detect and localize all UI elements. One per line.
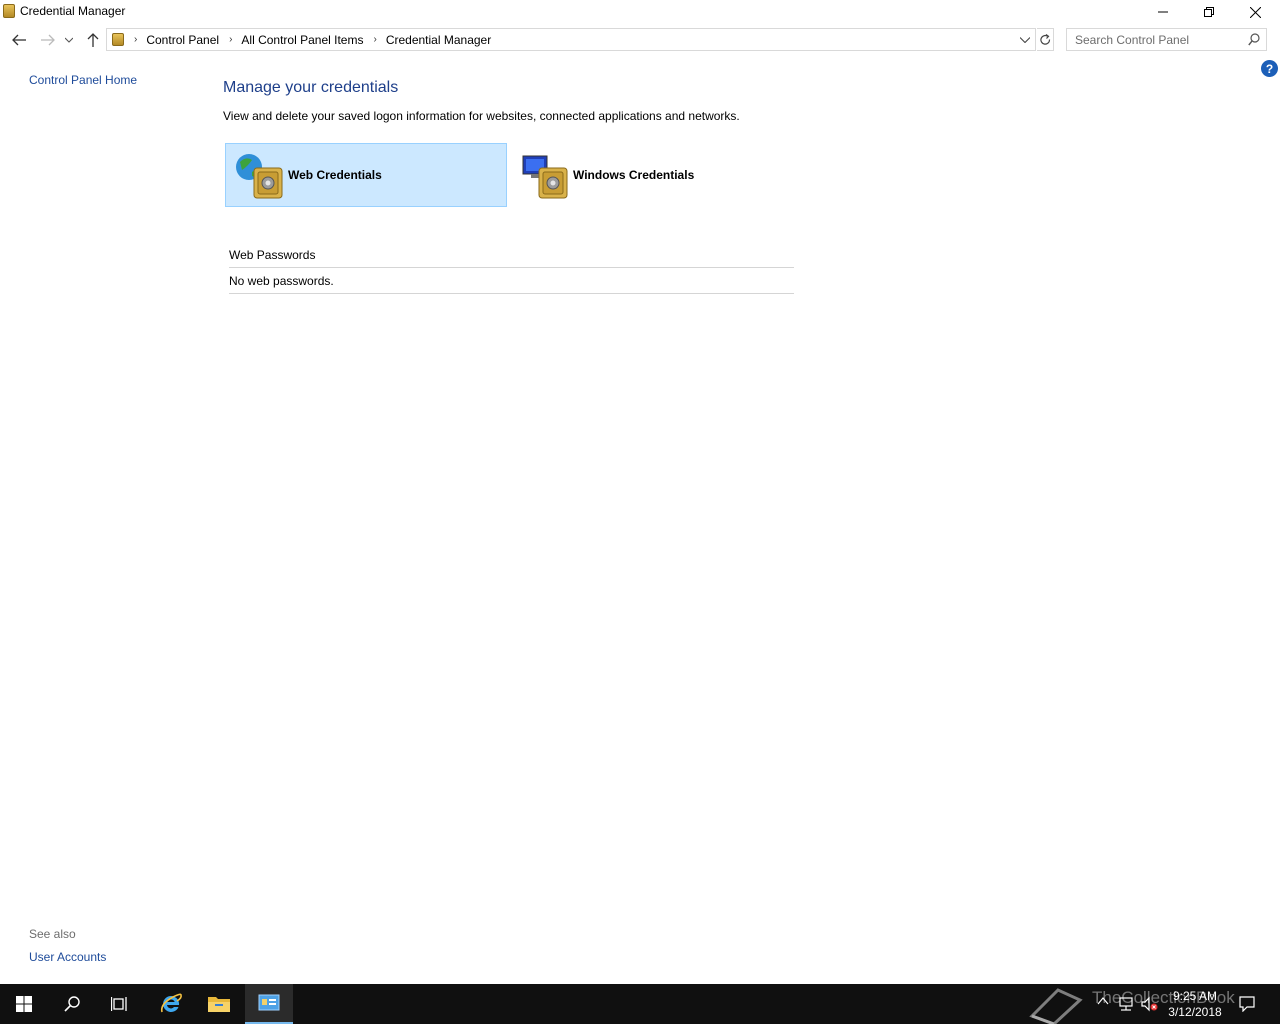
search-box[interactable]: Search Control Panel — [1066, 28, 1267, 51]
computer-vault-icon — [522, 155, 568, 199]
up-button[interactable] — [83, 31, 103, 49]
globe-vault-icon — [236, 154, 283, 199]
breadcrumb-credential-manager[interactable]: Credential Manager — [386, 33, 491, 47]
page-title: Manage your credentials — [223, 79, 399, 96]
action-center-icon[interactable] — [1239, 996, 1255, 1012]
close-button[interactable] — [1232, 0, 1278, 24]
close-icon — [1249, 6, 1261, 18]
window-title: Credential Manager — [20, 4, 126, 18]
section-divider — [229, 267, 794, 268]
web-credentials-label: Web Credentials — [288, 168, 382, 182]
web-credentials-tile[interactable]: Web Credentials — [225, 143, 507, 207]
breadcrumb-control-panel[interactable]: Control Panel — [146, 33, 219, 47]
back-arrow-icon — [12, 34, 26, 46]
page-description: View and delete your saved logon informa… — [223, 109, 740, 123]
refresh-button[interactable] — [1037, 28, 1054, 51]
file-explorer-icon — [208, 997, 230, 1012]
title-bar: Credential Manager — [0, 0, 1280, 24]
chevron-right-icon[interactable]: › — [373, 34, 376, 45]
start-button[interactable] — [0, 984, 48, 1024]
chevron-down-icon — [65, 37, 73, 43]
system-clock[interactable]: 9:25 AM 3/12/2018 — [1166, 988, 1224, 1020]
see-also-label: See also — [29, 927, 76, 941]
credential-manager-icon — [3, 4, 15, 18]
control-panel-taskbar-button[interactable] — [245, 984, 293, 1024]
recent-locations-button[interactable] — [62, 31, 76, 49]
taskbar: TheCollectionBook 9:25 AM 3/12/2018 — [0, 984, 1280, 1024]
network-icon[interactable] — [1118, 996, 1134, 1012]
chevron-right-icon[interactable]: › — [229, 34, 232, 45]
search-icon — [64, 996, 80, 1012]
restore-icon — [1204, 7, 1214, 17]
internet-explorer-button[interactable] — [147, 984, 195, 1024]
windows-credentials-tile[interactable]: Windows Credentials — [513, 143, 793, 207]
windows-credentials-label: Windows Credentials — [573, 168, 695, 182]
task-view-icon — [111, 997, 127, 1011]
task-view-button[interactable] — [96, 984, 144, 1024]
empty-message: No web passwords. — [229, 274, 334, 288]
breadcrumb-all-items[interactable]: All Control Panel Items — [241, 33, 363, 47]
start-icon — [16, 996, 32, 1012]
address-bar[interactable]: › Control Panel › All Control Panel Item… — [106, 28, 1036, 51]
address-history-button[interactable] — [1019, 33, 1031, 47]
chevron-down-icon — [1020, 37, 1030, 43]
book-watermark-icon — [1029, 988, 1083, 1024]
chevron-right-icon[interactable]: › — [134, 34, 137, 45]
back-button[interactable] — [9, 31, 29, 49]
forward-button[interactable] — [38, 31, 58, 49]
up-arrow-icon — [87, 33, 99, 47]
web-passwords-heading: Web Passwords — [229, 248, 316, 262]
search-icon[interactable] — [1248, 33, 1260, 46]
restore-button[interactable] — [1186, 0, 1232, 24]
control-panel-home-link[interactable]: Control Panel Home — [29, 73, 137, 87]
minimize-button[interactable] — [1140, 0, 1186, 24]
clock-time: 9:25 AM — [1172, 989, 1218, 1003]
section-divider — [229, 293, 794, 294]
search-button[interactable] — [48, 984, 96, 1024]
minimize-icon — [1158, 11, 1168, 13]
search-placeholder: Search Control Panel — [1075, 33, 1190, 47]
control-panel-location-icon — [112, 33, 124, 46]
refresh-icon — [1039, 33, 1050, 45]
file-explorer-button[interactable] — [195, 984, 243, 1024]
help-icon[interactable]: ? — [1261, 60, 1278, 77]
chevron-up-icon[interactable] — [1097, 996, 1109, 1006]
navigation-bar: › Control Panel › All Control Panel Item… — [0, 26, 1280, 54]
volume-muted-icon[interactable] — [1141, 996, 1159, 1012]
user-accounts-link[interactable]: User Accounts — [29, 950, 106, 964]
forward-arrow-icon — [41, 34, 55, 46]
clock-date: 3/12/2018 — [1168, 1005, 1222, 1019]
internet-explorer-icon — [160, 993, 182, 1013]
control-panel-icon — [258, 994, 280, 1011]
